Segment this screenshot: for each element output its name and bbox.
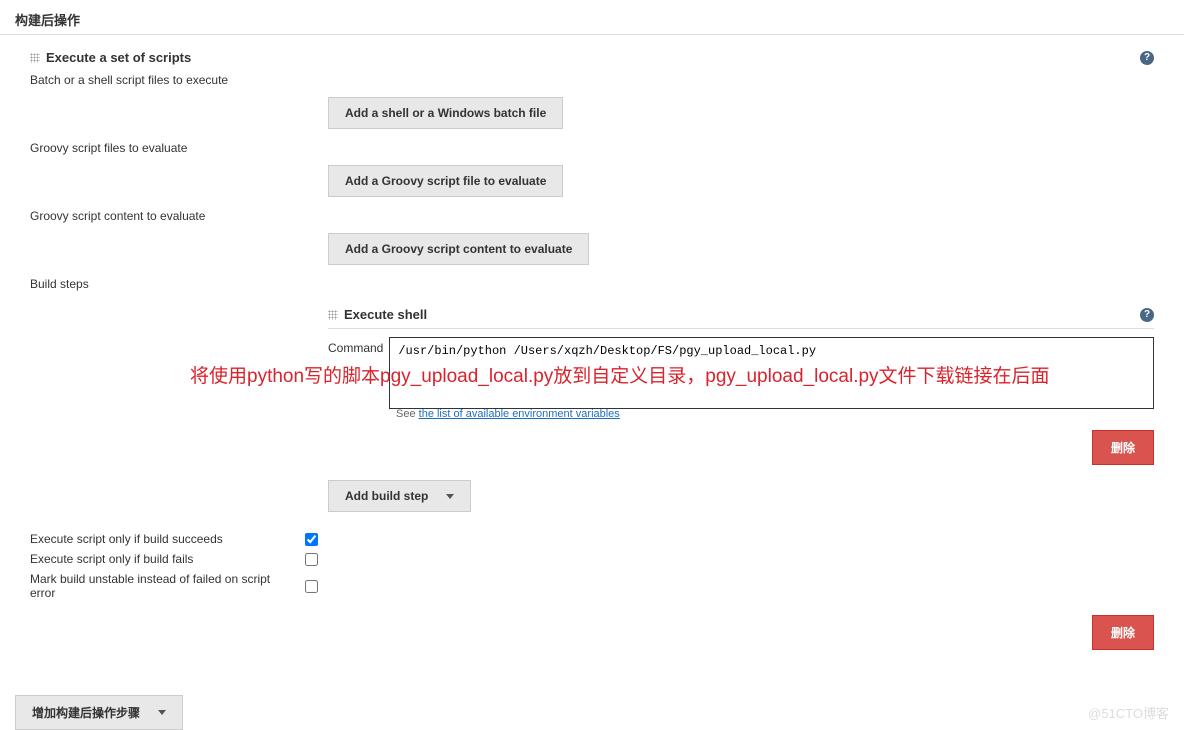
groovy-content-label: Groovy script content to evaluate [30, 209, 1154, 223]
help-icon[interactable]: ? [1140, 308, 1154, 322]
delete-section-button[interactable]: 删除 [1092, 615, 1154, 650]
command-label: Command [328, 337, 383, 355]
drag-handle-icon[interactable] [30, 53, 40, 63]
execute-shell-title: Execute shell [344, 307, 427, 322]
env-variables-hint: See the list of available environment va… [396, 408, 1154, 420]
build-steps-label: Build steps [30, 277, 1154, 291]
drag-handle-icon[interactable] [328, 310, 338, 320]
fails-checkbox[interactable] [305, 553, 318, 566]
help-icon[interactable]: ? [1140, 51, 1154, 65]
batch-script-label: Batch or a shell script files to execute [30, 73, 1154, 87]
delete-build-step-button[interactable]: 删除 [1092, 430, 1154, 465]
fails-checkbox-label: Execute script only if build fails [30, 552, 285, 566]
env-variables-link[interactable]: the list of available environment variab… [419, 408, 620, 420]
unstable-checkbox-label: Mark build unstable instead of failed on… [30, 572, 285, 600]
add-groovy-content-button[interactable]: Add a Groovy script content to evaluate [328, 233, 589, 265]
succeed-checkbox-label: Execute script only if build succeeds [30, 532, 285, 546]
watermark: @51CTO博客 [1088, 703, 1169, 722]
unstable-checkbox[interactable] [305, 580, 318, 593]
section-title: Execute a set of scripts [46, 50, 191, 65]
add-shell-batch-button[interactable]: Add a shell or a Windows batch file [328, 97, 563, 129]
succeed-checkbox[interactable] [305, 533, 318, 546]
add-groovy-file-button[interactable]: Add a Groovy script file to evaluate [328, 165, 563, 197]
annotation-text: 将使用python写的脚本pgy_upload_local.py放到自定义目录，… [190, 361, 1154, 388]
page-title: 构建后操作 [0, 0, 1184, 35]
add-post-build-action-button[interactable]: 增加构建后操作步骤 [15, 695, 183, 730]
add-build-step-button[interactable]: Add build step [328, 480, 471, 512]
groovy-files-label: Groovy script files to evaluate [30, 141, 1154, 155]
